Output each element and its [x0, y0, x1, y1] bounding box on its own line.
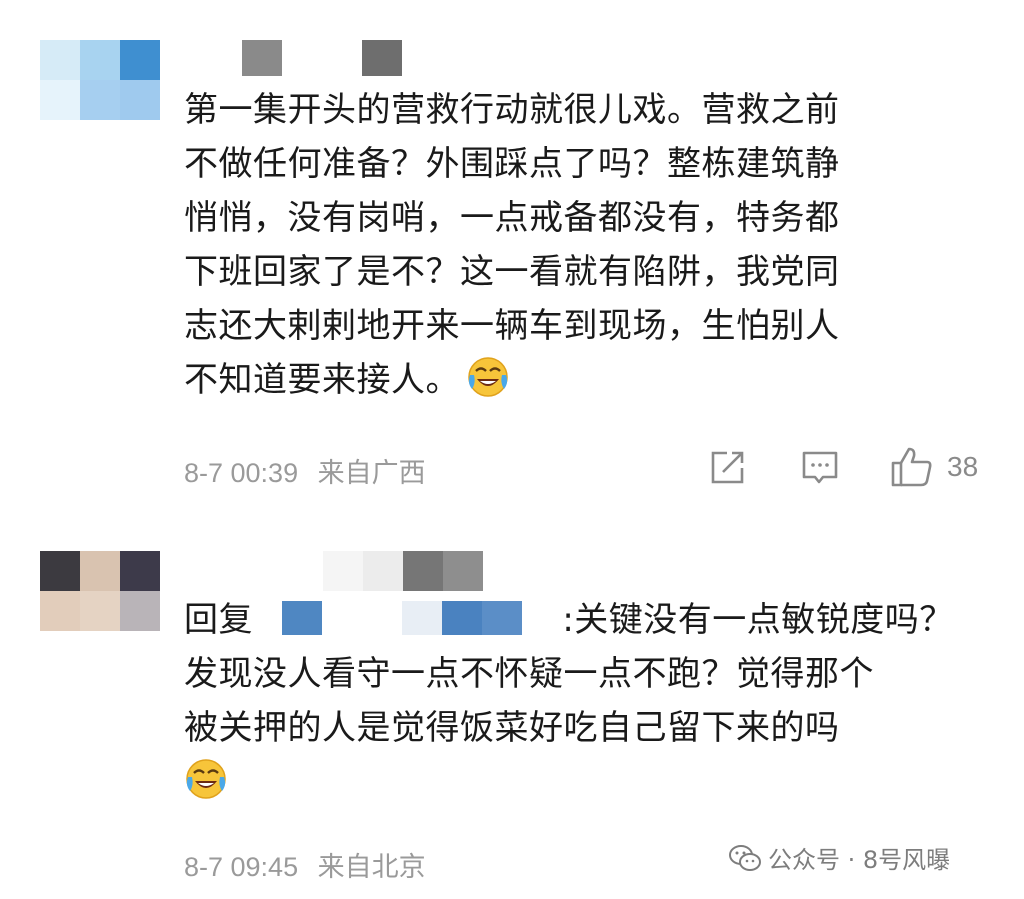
comment-line: 不知道要来接人。: [184, 353, 840, 407]
reply-prefix: 回复: [184, 600, 253, 640]
watermark-text: 公众号 · 8号风曝: [768, 846, 951, 874]
laughing-crying-face-icon: [468, 357, 508, 397]
comment-thread: 第一集开头的营救行动就很儿戏。营救之前 不做任何准备？外围踩点了吗？整栋建筑静 …: [0, 0, 1024, 899]
like-icon[interactable]: [890, 446, 934, 488]
wechat-icon: [729, 844, 761, 871]
comment-line: 悄悄，没有岗哨，一点戒备都没有，特务都: [184, 198, 840, 238]
username[interactable]: [323, 551, 483, 591]
comment-line: [184, 755, 954, 809]
comment-date: 8-7 00:39: [184, 458, 299, 488]
comment-line: 第一集开头的营救行动就很儿戏。营救之前: [184, 90, 840, 130]
laughing-crying-face-icon: [186, 759, 226, 799]
like-count: 38: [947, 451, 979, 482]
comment-location: 来自北京: [317, 852, 426, 882]
comment-location: 来自广西: [317, 458, 426, 488]
share-icon[interactable]: [707, 448, 747, 488]
username[interactable]: [242, 40, 402, 76]
comment-date: 8-7 09:45: [184, 852, 299, 882]
comment-body: 第一集开头的营救行动就很儿戏。营救之前 不做任何准备？外围踩点了吗？整栋建筑静 …: [184, 83, 840, 407]
comment-line: 下班回家了是不？这一看就有陷阱，我党同: [184, 252, 840, 292]
avatar[interactable]: [40, 551, 160, 631]
avatar[interactable]: [40, 40, 160, 120]
watermark: 公众号 · 8号风曝: [728, 840, 950, 875]
reply-body: 回复 :关键没有一点敏锐度吗？ 发现没人看守一点不怀疑一点不跑？觉得那个 被关押…: [184, 593, 954, 809]
comment-line: 发现没人看守一点不怀疑一点不跑？觉得那个: [184, 654, 874, 694]
reply-header-line: 回复 :关键没有一点敏锐度吗？: [184, 593, 954, 647]
comment-line: 被关押的人是觉得饭菜好吃自己留下来的吗: [184, 708, 840, 748]
comment-meta: 8-7 00:39 来自广西: [184, 451, 426, 490]
replied-username[interactable]: [282, 601, 562, 635]
comment-line-text: 不知道要来接人。: [184, 360, 460, 400]
comment-meta: 8-7 09:45 来自北京: [184, 845, 426, 884]
reply-text: :关键没有一点敏锐度吗？: [562, 600, 954, 640]
comment-line: 志还大剌剌地开来一辆车到现场，生怕别人: [184, 306, 840, 346]
comment-line: 不做任何准备？外围踩点了吗？整栋建筑静: [184, 144, 840, 184]
comment-icon[interactable]: [800, 448, 840, 488]
